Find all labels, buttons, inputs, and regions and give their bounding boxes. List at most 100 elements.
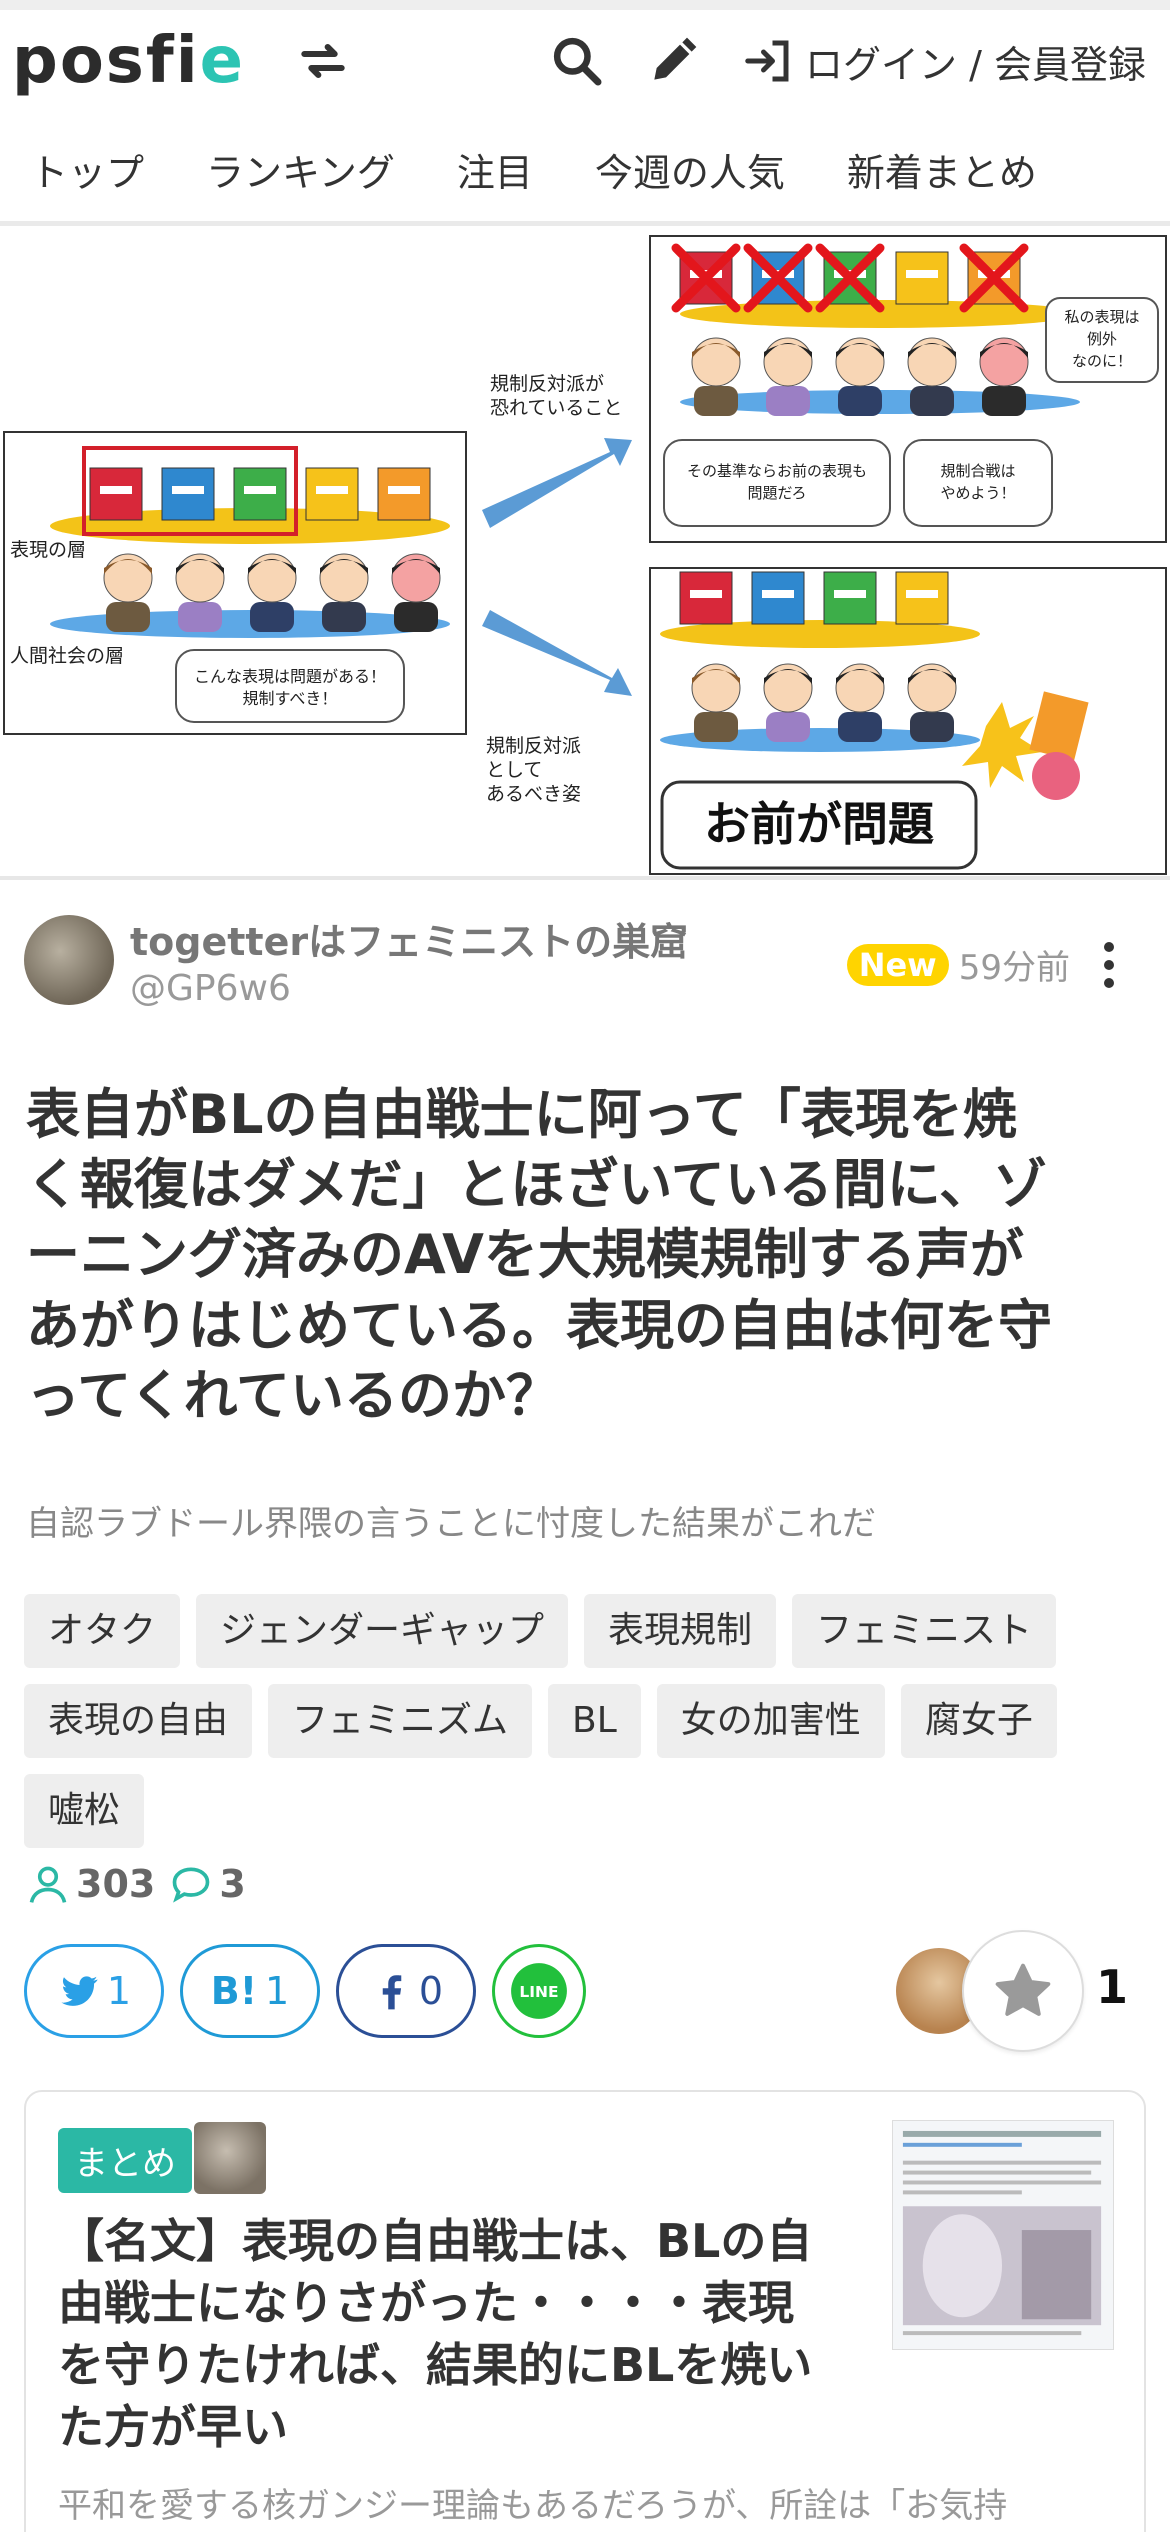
book-label [100, 486, 132, 494]
line-share-button[interactable]: LINE [492, 1944, 586, 2038]
login-label: ログイン / 会員登録 [805, 42, 1146, 87]
person-face [907, 337, 957, 387]
share-buttons: 1 B! 1 0 LINE [24, 1944, 602, 2038]
favorite-button[interactable] [962, 1930, 1084, 2052]
arrow-up [482, 438, 632, 528]
views-count: 303 [76, 1862, 156, 1906]
thumbnail-image [902, 2130, 1102, 2336]
person-body [106, 602, 150, 632]
pencil-icon[interactable] [645, 33, 701, 89]
person-body [766, 712, 810, 742]
bubble-top-b-line1: 規制合戦は [940, 462, 1015, 480]
tag-item[interactable]: フェミニスト [792, 1594, 1057, 1668]
related-title-line: 【名文】表現の自由戦士は、BLの自 [58, 2214, 813, 2268]
related-thumbnail[interactable] [892, 2120, 1114, 2350]
posfie-logo[interactable]: posfie [12, 24, 245, 98]
label-society-layer: 人間社会の層 [10, 645, 124, 667]
illustration-canvas: 表現の層 人間社会の層 こんな表現は問題がある！ 規制すべき！ 規制反対派が 恐… [3, 235, 1167, 875]
twitter-share-button[interactable]: 1 [24, 1944, 164, 2038]
person-face [691, 663, 741, 713]
books-left [89, 467, 431, 521]
hero-illustration[interactable]: 表現の層 人間社会の層 こんな表現は問題がある！ 規制すべき！ 規制反対派が 恐… [0, 226, 1170, 880]
book-label [906, 590, 938, 598]
facebook-icon [382, 1975, 402, 2010]
author-avatar[interactable] [24, 915, 114, 1005]
author-handle[interactable]: @GP6w6 [130, 968, 688, 1009]
tag-item[interactable]: BL [548, 1684, 641, 1758]
person-body [838, 712, 882, 742]
bubble-bottom-text: お前が問題 [704, 797, 934, 851]
book-label [762, 590, 794, 598]
fallen-person [1032, 752, 1080, 800]
person-face [319, 553, 369, 603]
related-excerpt: 平和を愛する核ガンジー理論もあるだろうが、所詮は「お気持 [58, 2486, 1008, 2526]
nav-featured[interactable]: 注目 [457, 142, 533, 197]
main-nav: トップ ランキング 注目 今週の人気 新着まとめ [0, 118, 1170, 226]
label-ideal-line1: 規制反対派 [486, 735, 581, 757]
twitter-bird-icon [61, 1976, 98, 2006]
post-title-line: ーニング済みのAVを大規模規制する声が [26, 1223, 1024, 1287]
person-body [322, 602, 366, 632]
related-article-card[interactable]: まとめ 【名文】表現の自由戦士は、BLの自 由戦士になりさがった・・・・表現 を… [24, 2090, 1146, 2532]
facebook-share-button[interactable]: 0 [336, 1944, 476, 2038]
hatena-bookmark-icon: B! [210, 1969, 258, 2013]
person-body [694, 712, 738, 742]
line-label: LINE [519, 1983, 558, 2001]
login-icon [745, 40, 789, 82]
person-body [694, 386, 738, 416]
login-link[interactable]: ログイン / 会員登録 [741, 34, 1146, 89]
related-title[interactable]: 【名文】表現の自由戦士は、BLの自 由戦士になりさがった・・・・表現 を守りたけ… [58, 2210, 878, 2458]
person-face [391, 553, 441, 603]
tag-item[interactable]: 腐女子 [900, 1684, 1057, 1758]
related-title-line: を守りたければ、結果的にBLを焼い [58, 2338, 813, 2393]
post-subtitle: 自認ラブドール界隈の言うことに忖度した結果がこれだ [26, 1504, 876, 1544]
tag-item[interactable]: 表現規制 [584, 1594, 777, 1668]
label-fear-line1: 規制反対派が [490, 373, 604, 395]
tag-item[interactable]: 嘘松 [24, 1774, 145, 1848]
person-face [175, 553, 225, 603]
person-face [907, 663, 957, 713]
search-icon[interactable] [549, 33, 605, 89]
person-face [835, 337, 885, 387]
nav-new[interactable]: 新着まとめ [847, 142, 1037, 197]
comment-icon [172, 1867, 210, 1903]
label-fear-line2: 恐れていること [490, 397, 622, 419]
person-body [178, 602, 222, 632]
logo-swap-icon[interactable] [295, 33, 351, 89]
book-label [906, 270, 938, 278]
nav-ranking[interactable]: ランキング [206, 142, 395, 197]
person-face [763, 337, 813, 387]
related-author-avatar [194, 2122, 266, 2194]
related-title-line: 由戦士になりさがった・・・・表現 [58, 2276, 794, 2331]
book-label [172, 486, 204, 494]
comments-count: 3 [219, 1862, 246, 1906]
bubble-left-line2: 規制すべき！ [243, 689, 338, 708]
nav-weekly-popular[interactable]: 今週の人気 [595, 142, 785, 197]
post-title-line: あがりはじめている。表現の自由は何を守 [26, 1293, 1052, 1357]
tag-item[interactable]: 女の加害性 [656, 1684, 885, 1758]
author-name[interactable]: togetterはフェミニストの巣窟 [130, 911, 688, 966]
hatena-bookmark-button[interactable]: B! 1 [180, 1944, 320, 2038]
bubble-top-c-line2: 例外 [1087, 330, 1117, 348]
post-time: 59分前 [958, 948, 1070, 988]
top-header: posfie ログイン / 会員登録 [0, 0, 1170, 112]
person-body [982, 386, 1026, 416]
tag-list: オタク ジェンダーギャップ 表現規制 フェミニスト 表現の自由 フェミニズム B… [24, 1594, 1154, 1848]
tag-item[interactable]: オタク [24, 1594, 181, 1668]
more-options-icon[interactable] [1104, 941, 1114, 988]
book-label [244, 486, 276, 494]
nav-top[interactable]: トップ [30, 142, 144, 197]
tag-item[interactable]: フェミニズム [268, 1684, 533, 1758]
tag-item[interactable]: ジェンダーギャップ [196, 1594, 569, 1668]
post-title-line: 表自がBLの自由戦士に阿って「表現を焼 [26, 1083, 1017, 1146]
person-face [979, 337, 1029, 387]
tag-item[interactable]: 表現の自由 [24, 1684, 253, 1758]
bubble-top-b-line2: やめよう！ [940, 484, 1015, 502]
line-icon: LINE [511, 1963, 567, 2019]
book-label [834, 590, 866, 598]
new-badge: New [846, 943, 949, 986]
favorite-count: 1 [1096, 1960, 1129, 2014]
person-face [247, 553, 297, 603]
post-title-line: く報復はダメだ」とほざいている間に、ゾ [26, 1153, 1048, 1217]
bubble-top-a-line1: その基準ならお前の表現も [687, 462, 867, 480]
